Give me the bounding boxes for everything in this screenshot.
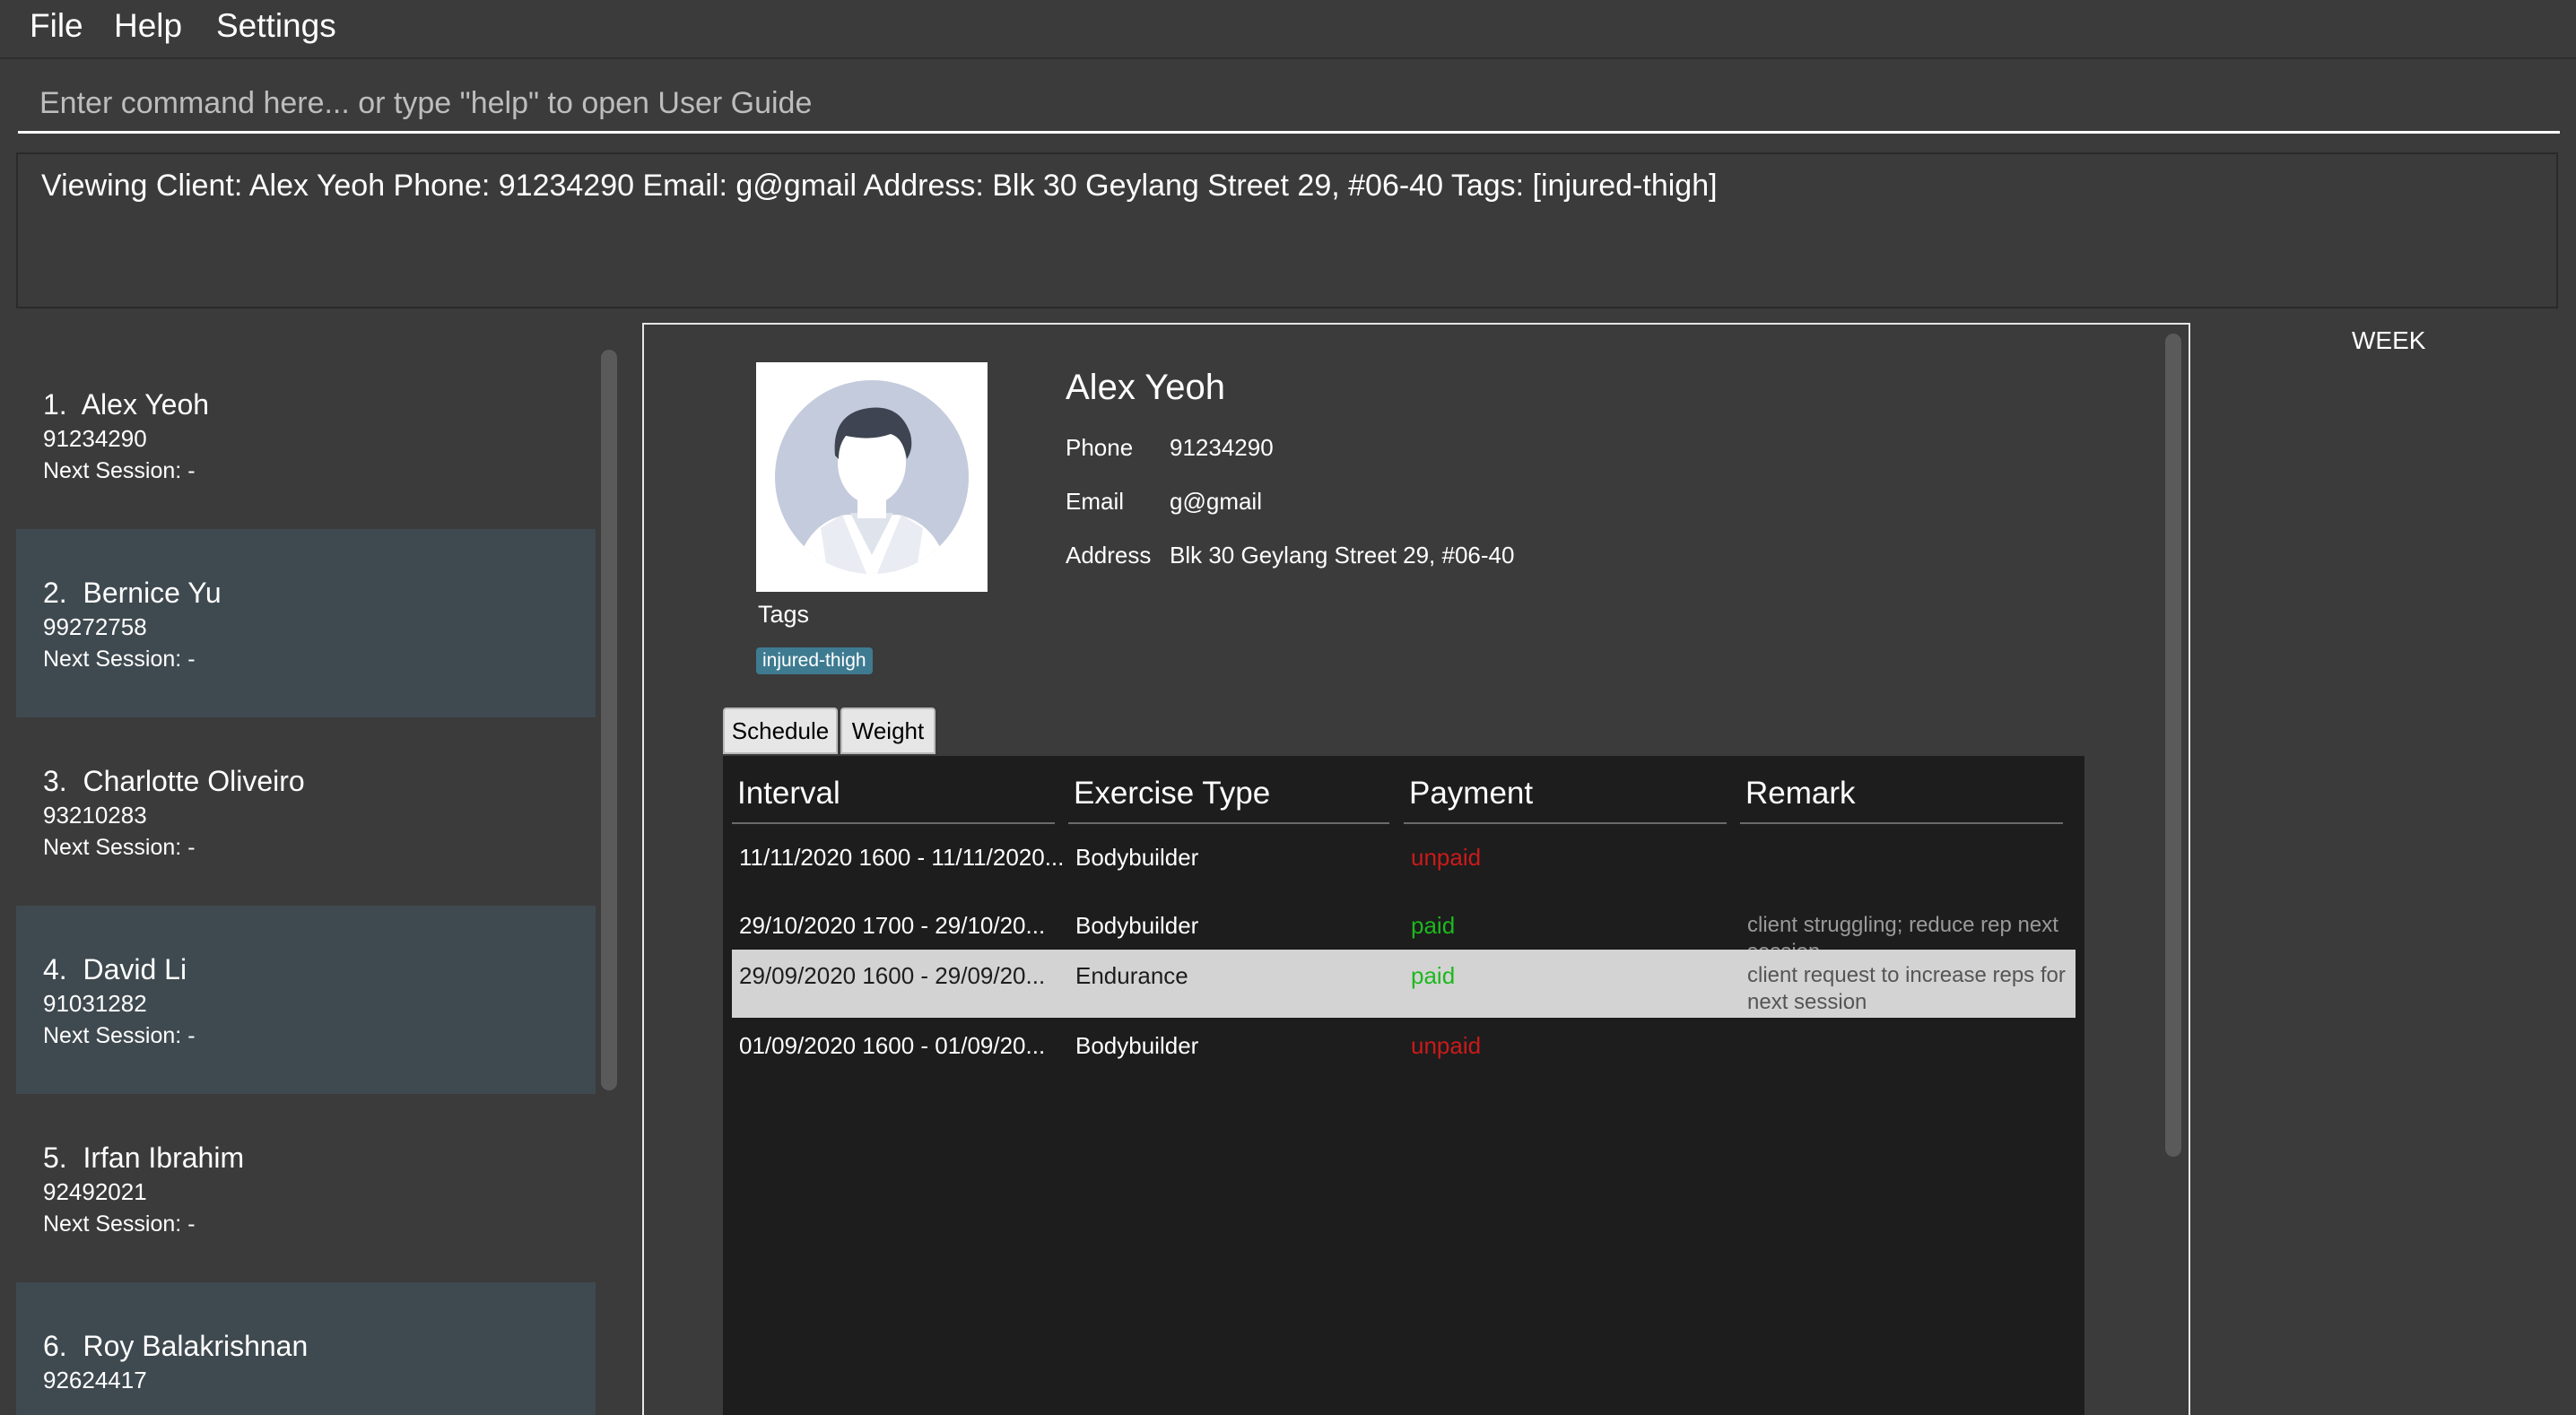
cell-remark: client request to increase reps for next… [1747,963,2066,1014]
schedule-table: Interval Exercise Type Payment Remark 11… [723,756,2084,1415]
client-list[interactable]: 1. Alex Yeoh 91234290 Next Session: - 2.… [16,341,596,1415]
client-card-name: 5. Irfan Ibrahim [43,1142,245,1174]
client-name: Alex Yeoh [1066,368,1225,407]
column-header-exercise-type[interactable]: Exercise Type [1074,776,1270,812]
tab-weight[interactable]: Weight [840,708,936,754]
cell-interval: 29/10/2020 1700 - 29/10/20... [739,912,1046,939]
header-divider [1068,822,1389,824]
client-card[interactable]: 1. Alex Yeoh 91234290 Next Session: - [16,341,596,529]
tab-schedule[interactable]: Schedule [723,708,838,754]
client-card-name: 2. Bernice Yu [43,577,222,609]
client-card-phone: 99272758 [43,613,147,641]
client-card-phone: 92492021 [43,1178,147,1206]
header-divider [1404,822,1727,824]
address-value: Blk 30 Geylang Street 29, #06-40 [1170,542,1515,569]
email-value: g@gmail [1170,488,1262,515]
client-card[interactable]: 3. Charlotte Oliveiro 93210283 Next Sess… [16,717,596,906]
header-divider [1740,822,2063,824]
address-label: Address [1066,542,1152,569]
client-list-scrollbar[interactable] [601,350,617,1090]
table-row[interactable]: 01/09/2020 1600 - 01/09/20... Bodybuilde… [732,1020,2076,1088]
cell-exercise-type: Bodybuilder [1075,844,1199,871]
table-row-selected[interactable]: 29/09/2020 1600 - 29/09/20... Endurance … [732,950,2076,1018]
tags-label: Tags [758,601,810,628]
menu-bar: File Help Settings [0,0,2576,59]
client-card-name: 6. Roy Balakrishnan [43,1330,309,1362]
client-card-next-session: Next Session: - [43,835,196,861]
client-card[interactable]: 6. Roy Balakrishnan 92624417 [16,1282,596,1415]
client-card-name: 1. Alex Yeoh [43,388,210,421]
phone-label: Phone [1066,434,1134,461]
client-card-next-session: Next Session: - [43,647,196,673]
menu-settings[interactable]: Settings [216,7,336,45]
column-header-payment[interactable]: Payment [1409,776,1533,812]
header-divider [732,822,1055,824]
calendar-week-label[interactable]: WEEK [2352,326,2425,355]
person-placeholder-icon [756,362,988,592]
cell-exercise-type: Bodybuilder [1075,912,1199,939]
client-card-next-session: Next Session: - [43,1023,196,1049]
client-card-phone: 93210283 [43,802,147,829]
email-label: Email [1066,488,1125,515]
client-card[interactable]: 4. David Li 91031282 Next Session: - [16,906,596,1094]
column-header-remark[interactable]: Remark [1745,776,1856,812]
client-card-name: 3. Charlotte Oliveiro [43,765,305,797]
result-display: Viewing Client: Alex Yeoh Phone: 9123429… [16,152,2558,308]
cell-interval: 11/11/2020 1600 - 11/11/2020... [739,844,1065,871]
cell-exercise-type: Bodybuilder [1075,1032,1199,1059]
detail-scrollbar[interactable] [2165,334,2181,1157]
cell-interval: 01/09/2020 1600 - 01/09/20... [739,1032,1046,1059]
column-header-interval[interactable]: Interval [737,776,840,812]
client-card-next-session: Next Session: - [43,1211,196,1237]
command-input[interactable] [18,75,2560,131]
client-card-phone: 92624417 [43,1367,147,1394]
cell-exercise-type: Endurance [1075,962,1188,989]
phone-value: 91234290 [1170,434,1274,461]
command-box [18,75,2560,134]
cell-payment: unpaid [1411,844,1482,871]
result-text: Viewing Client: Alex Yeoh Phone: 9123429… [41,169,1718,203]
tag-chip: injured-thigh [756,647,873,674]
client-card-name: 4. David Li [43,953,187,985]
cell-payment: paid [1411,912,1456,939]
table-row[interactable]: 11/11/2020 1600 - 11/11/2020... Bodybuil… [732,831,2076,899]
client-card-phone: 91234290 [43,425,147,453]
menu-help[interactable]: Help [114,7,182,45]
cell-interval: 29/09/2020 1600 - 29/09/20... [739,962,1046,989]
calendar-panel [2194,323,2576,1415]
cell-payment: unpaid [1411,1032,1482,1059]
cell-payment: paid [1411,962,1456,989]
client-card[interactable]: 2. Bernice Yu 99272758 Next Session: - [16,529,596,717]
client-card-phone: 91031282 [43,990,147,1018]
client-card-next-session: Next Session: - [43,458,196,484]
client-card[interactable]: 5. Irfan Ibrahim 92492021 Next Session: … [16,1094,596,1282]
menu-file[interactable]: File [30,7,83,45]
